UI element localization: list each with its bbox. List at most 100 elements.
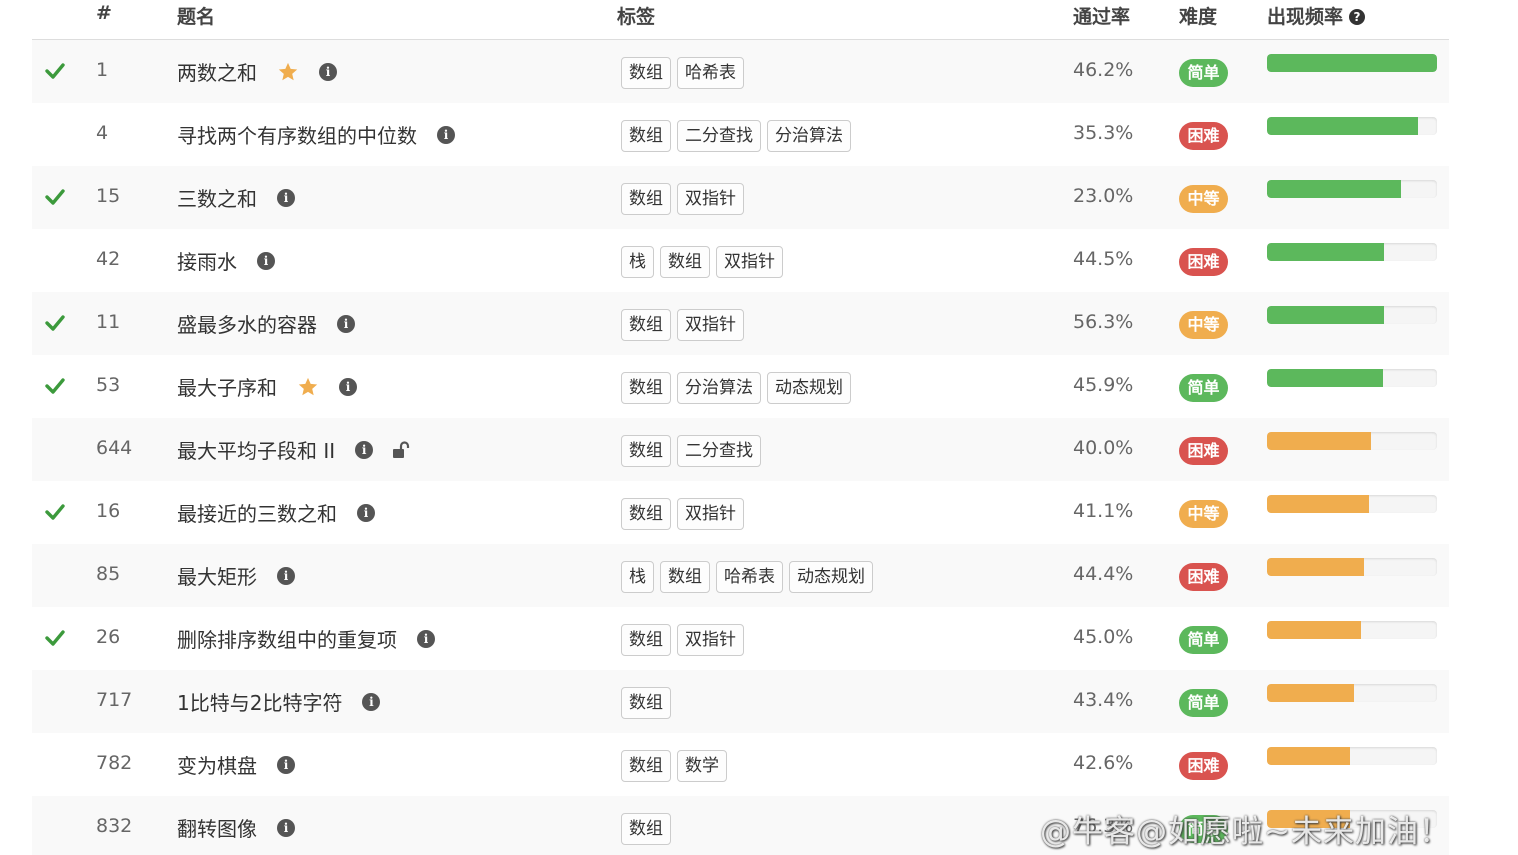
acceptance-rate: 45.0% <box>1073 626 1134 648</box>
tag[interactable]: 数组 <box>621 750 671 782</box>
frequency-bar-fill <box>1267 432 1371 450</box>
info-icon[interactable]: i <box>339 377 357 396</box>
tag[interactable]: 数组 <box>621 624 671 656</box>
problem-number: 11 <box>96 311 121 333</box>
info-icon[interactable]: i <box>319 62 337 81</box>
tag-list: 栈数组 哈希表 动态规划 <box>621 561 873 593</box>
tag[interactable]: 数组 <box>621 435 671 467</box>
difficulty-badge: 困难 <box>1179 437 1228 465</box>
question-circle-icon[interactable]: ? <box>1349 9 1366 25</box>
difficulty-badge: 中等 <box>1179 311 1228 339</box>
tag[interactable]: 数组 <box>621 687 671 719</box>
tag[interactable]: 数组 <box>621 372 671 404</box>
problem-title-link[interactable]: 接雨水 <box>177 246 237 275</box>
tag[interactable]: 分治算法 <box>677 372 761 404</box>
tag-list: 数组 <box>621 687 671 719</box>
info-icon[interactable]: i <box>437 125 455 144</box>
problem-title-link[interactable]: 删除排序数组中的重复项 <box>177 624 397 653</box>
tag[interactable]: 栈 <box>621 246 654 278</box>
tag[interactable]: 数组 <box>621 57 671 89</box>
tag-list: 数组 双指针 <box>621 309 744 341</box>
header-num[interactable]: # <box>96 2 112 24</box>
problem-number: 832 <box>96 815 133 837</box>
problem-title-cell: 最大矩形 i <box>177 561 295 590</box>
difficulty-badge: 简单 <box>1179 59 1228 87</box>
problem-title-link[interactable]: 1比特与2比特字符 <box>177 687 342 716</box>
tag[interactable]: 哈希表 <box>716 561 783 593</box>
problem-title-cell: 两数之和 i <box>177 57 337 86</box>
tag[interactable]: 哈希表 <box>677 57 744 89</box>
info-icon[interactable]: i <box>337 314 355 333</box>
tag[interactable]: 分治算法 <box>767 120 851 152</box>
frequency-bar-fill <box>1267 684 1354 702</box>
problem-title-cell: 最大子序和 i <box>177 372 357 401</box>
problem-title-link[interactable]: 变为棋盘 <box>177 750 257 779</box>
frequency-bar-fill <box>1267 621 1361 639</box>
info-icon[interactable]: i <box>357 503 375 522</box>
info-icon[interactable]: i <box>277 566 295 585</box>
header-rate[interactable]: 通过率 <box>1073 2 1130 29</box>
problem-title-link[interactable]: 最大矩形 <box>177 561 257 590</box>
frequency-bar <box>1267 369 1437 387</box>
tag[interactable]: 双指针 <box>716 246 783 278</box>
tag[interactable]: 数组 <box>621 183 671 215</box>
problem-title-link[interactable]: 最大平均子段和 II <box>177 435 335 464</box>
tag-list: 数组 分治算法 动态规划 <box>621 372 851 404</box>
problem-title-link[interactable]: 最大子序和 <box>177 372 277 401</box>
check-icon <box>44 312 66 334</box>
problem-title-link[interactable]: 翻转图像 <box>177 813 257 842</box>
tag[interactable]: 数组 <box>660 246 710 278</box>
problem-number: 26 <box>96 626 121 648</box>
frequency-bar-fill <box>1267 180 1402 198</box>
info-icon[interactable]: i <box>417 629 435 648</box>
tag[interactable]: 数组 <box>660 561 710 593</box>
info-icon[interactable]: i <box>277 818 295 837</box>
tag[interactable]: 数组 <box>621 813 671 845</box>
difficulty-badge: 困难 <box>1179 248 1228 276</box>
problem-title-link[interactable]: 盛最多水的容器 <box>177 309 317 338</box>
difficulty-badge: 简单 <box>1179 626 1228 654</box>
tag[interactable]: 双指针 <box>677 309 744 341</box>
acceptance-rate: 23.0% <box>1073 185 1134 207</box>
info-icon[interactable]: i <box>355 440 374 459</box>
problem-number: 644 <box>96 437 133 459</box>
header-frequency[interactable]: 出现频率? <box>1267 2 1366 29</box>
star-icon <box>277 61 299 83</box>
problem-number: 717 <box>96 689 133 711</box>
info-icon[interactable]: i <box>277 755 295 774</box>
problem-title-cell: 最大平均子段和 II i <box>177 435 411 464</box>
table-row: 42 接雨水 i 栈数组 双指针 44.5% 困难 <box>32 229 1449 292</box>
tag[interactable]: 动态规划 <box>767 372 851 404</box>
check-icon <box>44 375 66 397</box>
info-icon[interactable]: i <box>362 692 381 711</box>
info-icon[interactable]: i <box>277 188 295 207</box>
table-row: 4 寻找两个有序数组的中位数 i 数组 二分查找 分治算法 35.3% 困难 <box>32 103 1449 166</box>
tag[interactable]: 数组 <box>621 309 671 341</box>
tag[interactable]: 动态规划 <box>789 561 873 593</box>
tag[interactable]: 双指针 <box>677 183 744 215</box>
tag[interactable]: 双指针 <box>677 498 744 530</box>
frequency-bar <box>1267 495 1437 513</box>
tag[interactable]: 数学 <box>677 750 727 782</box>
frequency-bar-fill <box>1267 54 1437 72</box>
table-row: 644 最大平均子段和 II i 数组 二分查找 40.0% 困难 <box>32 418 1449 481</box>
tag[interactable]: 栈 <box>621 561 654 593</box>
problem-title-link[interactable]: 三数之和 <box>177 183 257 212</box>
info-icon[interactable]: i <box>257 251 275 270</box>
header-title[interactable]: 题名 <box>177 2 215 29</box>
header-difficulty[interactable]: 难度 <box>1179 2 1217 29</box>
tag[interactable]: 数组 <box>621 120 671 152</box>
tag-list: 数组 数学 <box>621 750 727 782</box>
problem-title-cell: 三数之和 i <box>177 183 295 212</box>
difficulty-badge: 困难 <box>1179 563 1228 591</box>
problem-number: 53 <box>96 374 121 396</box>
problem-title-link[interactable]: 寻找两个有序数组的中位数 <box>177 120 417 149</box>
acceptance-rate: 44.5% <box>1073 248 1134 270</box>
problem-title-link[interactable]: 两数之和 <box>177 57 257 86</box>
problem-title-link[interactable]: 最接近的三数之和 <box>177 498 337 527</box>
tag[interactable]: 二分查找 <box>677 435 761 467</box>
table-row: 16 最接近的三数之和 i 数组 双指针 41.1% 中等 <box>32 481 1449 544</box>
tag[interactable]: 二分查找 <box>677 120 761 152</box>
tag[interactable]: 数组 <box>621 498 671 530</box>
tag[interactable]: 双指针 <box>677 624 744 656</box>
